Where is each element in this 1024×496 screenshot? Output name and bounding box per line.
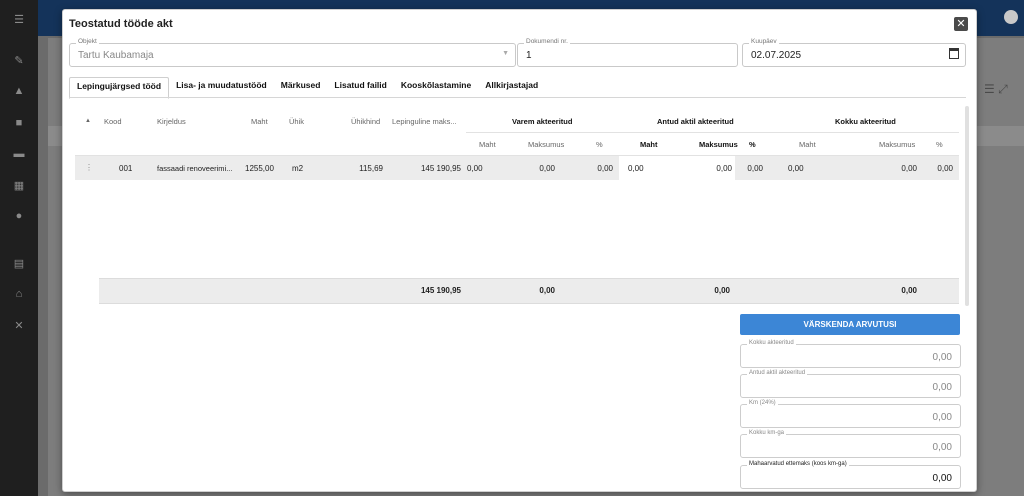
col-uhik[interactable]: Ühik — [289, 117, 304, 126]
group-varem: Varem akteeritud — [512, 117, 573, 126]
km-field: Km (24%) 0,00 — [740, 400, 961, 428]
background-list-icon: ☰ ⤢ — [984, 82, 1008, 96]
kokku-maht-header: Maht — [799, 140, 816, 149]
table-row[interactable]: ⋮ 001 fassaadi renoveerimi... 1255,00 m2… — [75, 156, 959, 180]
kokku-akteeritud-field: Kokku akteeritud 0,00 — [740, 340, 961, 368]
km-label: Km (24%) — [747, 400, 778, 406]
tab-kooskolastamine[interactable]: Kooskõlastamine — [394, 77, 478, 97]
chevron-down-icon: ▼ — [502, 50, 509, 57]
tab-lepingujargsed[interactable]: Lepingujärgsed tööd — [69, 77, 170, 99]
cell-antud-maksumus[interactable]: 0,00 — [690, 164, 732, 173]
dokument-label: Dokumendi nr. — [524, 38, 570, 45]
cell-varem-maht: 0,00 — [467, 164, 483, 173]
tab-divider — [69, 97, 966, 98]
objekt-value: Tartu Kaubamaja — [78, 50, 154, 61]
calendar-icon[interactable]: ▤ — [12, 256, 26, 270]
objekt-label: Objekt — [76, 38, 99, 45]
col-maht[interactable]: Maht — [251, 117, 268, 126]
antud-aktil-field: Antud aktil akteeritud 0,00 — [740, 370, 961, 398]
kokku-akteeritud-label: Kokku akteeritud — [747, 340, 796, 346]
ettemaks-label: Mahaarvatud ettemaks (koos km-ga) — [747, 461, 849, 467]
close-icon[interactable]: ✕ — [954, 17, 968, 31]
kokku-akteeritud-value: 0,00 — [932, 352, 952, 363]
app-sidebar: ☰ ✎ ▲ ■ ▬ ▦ ● ▤ ⌂ ✕ — [0, 0, 38, 496]
dokument-value: 1 — [526, 50, 532, 61]
tools-icon[interactable]: ✕ — [12, 318, 26, 332]
kokku-km-ga-field: Kokku km-ga 0,00 — [740, 430, 961, 458]
chart-icon[interactable]: ▲ — [12, 84, 26, 98]
varem-pct-header: % — [596, 140, 603, 149]
folder-icon[interactable]: ■ — [12, 116, 26, 130]
group-antud: Antud aktil akteeritud — [657, 117, 734, 126]
row-menu-icon[interactable]: ⋮ — [85, 163, 93, 172]
objekt-select[interactable]: Objekt Tartu Kaubamaja ▼ — [69, 38, 516, 67]
cell-kood: 001 — [119, 164, 133, 173]
dokument-field[interactable]: Dokumendi nr. 1 — [517, 38, 738, 67]
refresh-calculations-button[interactable]: VÄRSKENDA ARVUTUSI — [740, 314, 960, 335]
col-lepinguline[interactable]: Lepinguline maks... — [392, 117, 457, 126]
cell-antud-pct[interactable]: 0,00 — [735, 164, 763, 173]
col-kirjeldus[interactable]: Kirjeldus — [157, 117, 186, 126]
varem-maht-header: Maht — [479, 140, 496, 149]
acts-modal: Teostatud tööde akt ✕ Objekt Tartu Kauba… — [62, 9, 977, 492]
cell-kokku-pct: 0,00 — [937, 164, 953, 173]
totals-row: 145 190,95 0,00 0,00 0,00 — [99, 278, 959, 304]
cell-maht: 1255,00 — [245, 164, 274, 173]
total-antud: 0,00 — [714, 286, 730, 295]
varem-maksumus-header: Maksumus — [528, 140, 565, 149]
cell-kirjeldus: fassaadi renoveerimi... — [157, 164, 233, 173]
group-kokku: Kokku akteeritud — [835, 117, 896, 126]
cell-uhik: m2 — [292, 164, 304, 173]
total-varem: 0,00 — [539, 286, 555, 295]
building-icon[interactable]: ⌂ — [12, 287, 26, 301]
kokku-km-ga-value: 0,00 — [932, 442, 952, 453]
col-kood[interactable]: Kood — [104, 117, 122, 126]
ettemaks-value: 0,00 — [932, 473, 952, 484]
cell-kokku-maksumus: 0,00 — [901, 164, 917, 173]
folder-open-icon[interactable]: ▬ — [12, 147, 26, 161]
cell-kokku-maht: 0,00 — [788, 164, 804, 173]
total-kokku: 0,00 — [901, 286, 917, 295]
cell-uhikhind: 115,69 — [359, 164, 383, 173]
cell-varem-pct: 0,00 — [597, 164, 613, 173]
antud-aktil-value: 0,00 — [932, 382, 952, 393]
antud-pct-header: % — [749, 140, 756, 149]
total-lepinguline: 145 190,95 — [420, 286, 461, 295]
kokku-maksumus-header: Maksumus — [879, 140, 916, 149]
modal-title: Teostatud tööde akt — [69, 18, 173, 30]
ettemaks-field[interactable]: Mahaarvatud ettemaks (koos km-ga) 0,00 — [740, 461, 961, 489]
sort-up-icon[interactable]: ▲ — [85, 118, 91, 124]
calendar-icon[interactable] — [949, 48, 959, 59]
kuupaev-label: Kuupäev — [749, 38, 779, 45]
user-avatar-icon[interactable] — [1004, 10, 1018, 24]
tab-markused[interactable]: Märkused — [274, 77, 328, 97]
tab-lisatud-failid[interactable]: Lisatud failid — [327, 77, 393, 97]
kokku-pct-header: % — [936, 140, 943, 149]
col-uhikhind[interactable]: Ühikhind — [351, 117, 380, 126]
table-scrollbar[interactable] — [965, 106, 969, 306]
antud-maht-header: Maht — [640, 140, 658, 149]
antud-maksumus-header: Maksumus — [699, 140, 738, 149]
edit-icon[interactable]: ✎ — [12, 53, 26, 67]
users-icon[interactable]: ● — [12, 209, 26, 223]
tab-allkirjastajad[interactable]: Allkirjastajad — [478, 77, 545, 97]
group-divider — [466, 132, 959, 133]
menu-icon[interactable]: ☰ — [12, 12, 26, 26]
antud-aktil-label: Antud aktil akteeritud — [747, 370, 808, 376]
calculator-icon[interactable]: ▦ — [12, 178, 26, 192]
tab-bar: Lepingujärgsed tööd Lisa- ja muudatustöö… — [69, 77, 545, 99]
kokku-km-ga-label: Kokku km-ga — [747, 430, 787, 436]
kuupaev-value: 02.07.2025 — [751, 50, 802, 61]
km-value: 0,00 — [932, 412, 952, 423]
cell-varem-maksumus: 0,00 — [539, 164, 555, 173]
cell-antud-maht[interactable]: 0,00 — [628, 164, 644, 173]
kuupaev-field[interactable]: Kuupäev 02.07.2025 — [742, 38, 966, 67]
tab-lisa-muudatus[interactable]: Lisa- ja muudatustööd — [169, 77, 274, 97]
cell-lepinguline: 145 190,95 — [420, 164, 461, 173]
